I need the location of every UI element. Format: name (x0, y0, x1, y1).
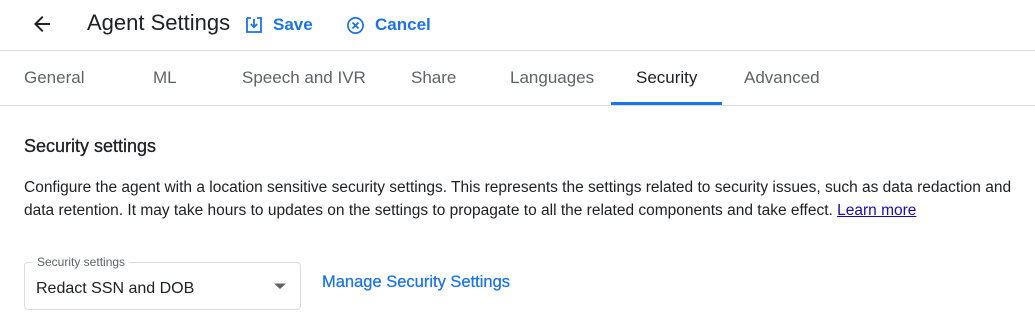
tab-share[interactable]: Share (411, 51, 456, 105)
active-tab-indicator (611, 102, 722, 105)
select-floating-label: Security settings (33, 255, 130, 269)
section-description: Configure the agent with a location sens… (24, 177, 1034, 222)
back-button[interactable] (30, 12, 54, 36)
security-settings-select[interactable]: Security settings Redact SSN and DOB (24, 255, 301, 310)
arrow-back-icon (34, 16, 50, 32)
page-title: Agent Settings (87, 10, 231, 35)
tab-advanced[interactable]: Advanced (744, 51, 820, 105)
tab-security[interactable]: Security (636, 51, 697, 105)
top-app-bar: Agent Settings Save Cancel (0, 0, 1035, 51)
tab-speech-and-ivr[interactable]: Speech and IVR (242, 51, 366, 105)
cancel-button[interactable]: Cancel (346, 12, 431, 38)
manage-security-settings-link[interactable]: Manage Security Settings (322, 273, 510, 292)
section-title: Security settings (24, 136, 157, 156)
settings-tab-bar: General ML Speech and IVR Share Language… (0, 51, 1035, 106)
save-download-icon (246, 17, 262, 33)
cancel-label: Cancel (375, 15, 431, 34)
dropdown-arrow-icon (274, 283, 286, 289)
cancel-circle-x-icon (347, 16, 364, 34)
tab-languages[interactable]: Languages (510, 51, 594, 105)
learn-more-link[interactable]: Learn more (837, 202, 916, 219)
save-label: Save (273, 15, 313, 34)
select-value: Redact SSN and DOB (36, 280, 195, 297)
save-button[interactable]: Save (245, 12, 313, 38)
tab-ml[interactable]: ML (153, 51, 177, 105)
tab-general[interactable]: General (24, 51, 84, 105)
